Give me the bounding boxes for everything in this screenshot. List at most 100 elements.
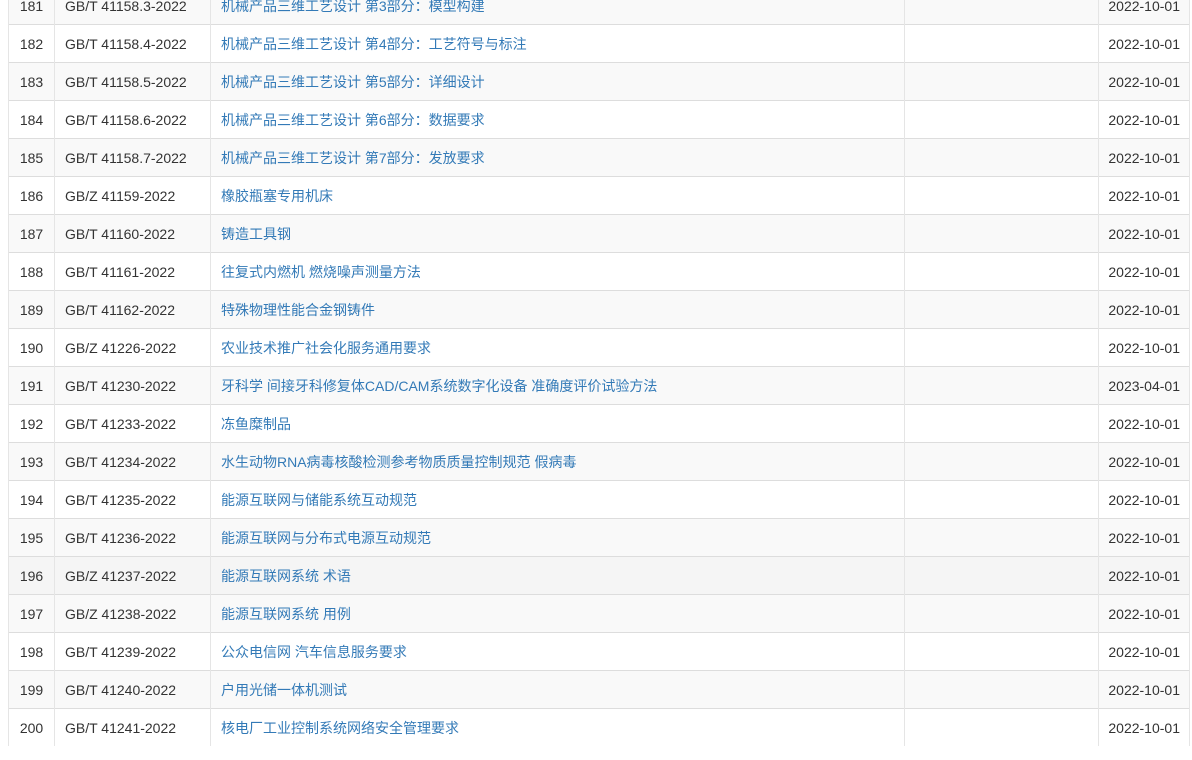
table-row[interactable]: 194 GB/T 41235-2022 能源互联网与储能系统互动规范 2022-10-… <box>8 480 1190 519</box>
row-number: 189 <box>8 290 55 329</box>
standard-code: GB/Z 41238-2022 <box>54 594 211 633</box>
standard-title-link[interactable]: 能源互联网与分布式电源互动规范 <box>221 530 431 546</box>
row-number: 196 <box>8 556 55 595</box>
row-number: 182 <box>8 24 55 63</box>
standards-table-body: 181 GB/T 41158.3-2022 机械产品三维工艺设计 第3部分：模型构建… <box>8 0 1190 746</box>
empty-cell <box>904 290 1099 329</box>
implementation-date: 2022-10-01 <box>1098 24 1190 63</box>
empty-cell <box>904 594 1099 633</box>
implementation-date: 2022-10-01 <box>1098 252 1190 291</box>
empty-cell <box>904 328 1099 367</box>
implementation-date: 2022-10-01 <box>1098 556 1190 595</box>
table-row[interactable]: 199 GB/T 41240-2022 户用光储一体机测试 2022-10-01 <box>8 670 1190 709</box>
table-row[interactable]: 186 GB/Z 41159-2022 橡胶瓶塞专用机床 2022-10-01 <box>8 176 1190 215</box>
empty-cell <box>904 62 1099 101</box>
table-row[interactable]: 190 GB/Z 41226-2022 农业技术推广社会化服务通用要求 2022-10… <box>8 328 1190 367</box>
standard-title-link[interactable]: 核电厂工业控制系统网络安全管理要求 <box>221 720 459 736</box>
empty-cell <box>904 252 1099 291</box>
standard-title-cell: 核电厂工业控制系统网络安全管理要求 <box>210 708 905 746</box>
table-row[interactable]: 195 GB/T 41236-2022 能源互联网与分布式电源互动规范 2022-10… <box>8 518 1190 557</box>
empty-cell <box>904 366 1099 405</box>
standard-code: GB/T 41239-2022 <box>54 632 211 671</box>
row-number: 183 <box>8 62 55 101</box>
standard-title-link[interactable]: 农业技术推广社会化服务通用要求 <box>221 340 431 356</box>
standard-title-link[interactable]: 能源互联网系统 术语 <box>221 568 351 584</box>
standard-title-link[interactable]: 特殊物理性能合金钢铸件 <box>221 302 375 318</box>
empty-cell <box>904 632 1099 671</box>
standard-title-cell: 能源互联网系统 用例 <box>210 594 905 633</box>
standard-title-cell: 机械产品三维工艺设计 第3部分：模型构建 <box>210 0 905 25</box>
implementation-date: 2022-10-01 <box>1098 442 1190 481</box>
standard-title-link[interactable]: 公众电信网 汽车信息服务要求 <box>221 644 407 660</box>
row-number: 199 <box>8 670 55 709</box>
table-row[interactable]: 197 GB/Z 41238-2022 能源互联网系统 用例 2022-10-01 <box>8 594 1190 633</box>
implementation-date: 2022-10-01 <box>1098 480 1190 519</box>
standard-title-cell: 铸造工具钢 <box>210 214 905 253</box>
empty-cell <box>904 138 1099 177</box>
standard-title-cell: 户用光储一体机测试 <box>210 670 905 709</box>
row-number: 188 <box>8 252 55 291</box>
standards-list-page: 181 GB/T 41158.3-2022 机械产品三维工艺设计 第3部分：模型构建… <box>0 0 1192 760</box>
standard-code: GB/T 41240-2022 <box>54 670 211 709</box>
row-number: 193 <box>8 442 55 481</box>
table-row[interactable]: 184 GB/T 41158.6-2022 机械产品三维工艺设计 第6部分：数据要求… <box>8 100 1190 139</box>
table-row[interactable]: 193 GB/T 41234-2022 水生动物RNA病毒核酸检测参考物质质量控制规… <box>8 442 1190 481</box>
standard-title-cell: 冻鱼糜制品 <box>210 404 905 443</box>
standard-code: GB/T 41234-2022 <box>54 442 211 481</box>
table-row[interactable]: 187 GB/T 41160-2022 铸造工具钢 2022-10-01 <box>8 214 1190 253</box>
standard-title-link[interactable]: 机械产品三维工艺设计 第3部分：模型构建 <box>221 0 485 14</box>
implementation-date: 2022-10-01 <box>1098 62 1190 101</box>
row-number: 194 <box>8 480 55 519</box>
standards-table: 181 GB/T 41158.3-2022 机械产品三维工艺设计 第3部分：模型构建… <box>8 0 1190 746</box>
table-row[interactable]: 185 GB/T 41158.7-2022 机械产品三维工艺设计 第7部分：发放要求… <box>8 138 1190 177</box>
standard-code: GB/Z 41226-2022 <box>54 328 211 367</box>
standard-code: GB/T 41162-2022 <box>54 290 211 329</box>
table-row[interactable]: 182 GB/T 41158.4-2022 机械产品三维工艺设计 第4部分：工艺符号… <box>8 24 1190 63</box>
implementation-date: 2022-10-01 <box>1098 594 1190 633</box>
standard-title-link[interactable]: 水生动物RNA病毒核酸检测参考物质质量控制规范 假病毒 <box>221 454 576 470</box>
standard-title-link[interactable]: 往复式内燃机 燃烧噪声测量方法 <box>221 264 421 280</box>
table-row[interactable]: 196 GB/Z 41237-2022 能源互联网系统 术语 2022-10-01 <box>8 556 1190 595</box>
standard-title-link[interactable]: 机械产品三维工艺设计 第5部分：详细设计 <box>221 74 485 90</box>
standard-title-link[interactable]: 户用光储一体机测试 <box>221 682 347 698</box>
empty-cell <box>904 0 1099 25</box>
empty-cell <box>904 214 1099 253</box>
standard-title-cell: 特殊物理性能合金钢铸件 <box>210 290 905 329</box>
standard-title-cell: 机械产品三维工艺设计 第7部分：发放要求 <box>210 138 905 177</box>
row-number: 200 <box>8 708 55 746</box>
standard-title-link[interactable]: 机械产品三维工艺设计 第4部分：工艺符号与标注 <box>221 36 527 52</box>
standard-title-link[interactable]: 机械产品三维工艺设计 第6部分：数据要求 <box>221 112 485 128</box>
standard-title-link[interactable]: 铸造工具钢 <box>221 226 291 242</box>
table-row[interactable]: 191 GB/T 41230-2022 牙科学 间接牙科修复体CAD/CAM系统数字… <box>8 366 1190 405</box>
standard-title-link[interactable]: 橡胶瓶塞专用机床 <box>221 188 333 204</box>
standard-code: GB/Z 41159-2022 <box>54 176 211 215</box>
standard-code: GB/T 41230-2022 <box>54 366 211 405</box>
implementation-date: 2022-10-01 <box>1098 518 1190 557</box>
standard-title-link[interactable]: 能源互联网系统 用例 <box>221 606 351 622</box>
standard-title-link[interactable]: 机械产品三维工艺设计 第7部分：发放要求 <box>221 150 485 166</box>
empty-cell <box>904 404 1099 443</box>
row-number: 187 <box>8 214 55 253</box>
standard-title-cell: 能源互联网与储能系统互动规范 <box>210 480 905 519</box>
table-row[interactable]: 188 GB/T 41161-2022 往复式内燃机 燃烧噪声测量方法 2022-10… <box>8 252 1190 291</box>
row-number: 186 <box>8 176 55 215</box>
standard-code: GB/T 41158.7-2022 <box>54 138 211 177</box>
standard-title-link[interactable]: 能源互联网与储能系统互动规范 <box>221 492 417 508</box>
standard-title-cell: 机械产品三维工艺设计 第5部分：详细设计 <box>210 62 905 101</box>
empty-cell <box>904 176 1099 215</box>
table-row[interactable]: 189 GB/T 41162-2022 特殊物理性能合金钢铸件 2022-10-01 <box>8 290 1190 329</box>
empty-cell <box>904 670 1099 709</box>
standard-title-cell: 橡胶瓶塞专用机床 <box>210 176 905 215</box>
table-row[interactable]: 192 GB/T 41233-2022 冻鱼糜制品 2022-10-01 <box>8 404 1190 443</box>
table-row[interactable]: 183 GB/T 41158.5-2022 机械产品三维工艺设计 第5部分：详细设计… <box>8 62 1190 101</box>
table-row[interactable]: 181 GB/T 41158.3-2022 机械产品三维工艺设计 第3部分：模型构建… <box>8 0 1190 25</box>
standard-title-link[interactable]: 冻鱼糜制品 <box>221 416 291 432</box>
implementation-date: 2022-10-01 <box>1098 138 1190 177</box>
implementation-date: 2022-10-01 <box>1098 404 1190 443</box>
standard-code: GB/T 41233-2022 <box>54 404 211 443</box>
table-row[interactable]: 200 GB/T 41241-2022 核电厂工业控制系统网络安全管理要求 2022-… <box>8 708 1190 746</box>
implementation-date: 2022-10-01 <box>1098 214 1190 253</box>
table-row[interactable]: 198 GB/T 41239-2022 公众电信网 汽车信息服务要求 2022-10-… <box>8 632 1190 671</box>
implementation-date: 2022-10-01 <box>1098 100 1190 139</box>
standard-title-link[interactable]: 牙科学 间接牙科修复体CAD/CAM系统数字化设备 准确度评价试验方法 <box>221 378 657 394</box>
